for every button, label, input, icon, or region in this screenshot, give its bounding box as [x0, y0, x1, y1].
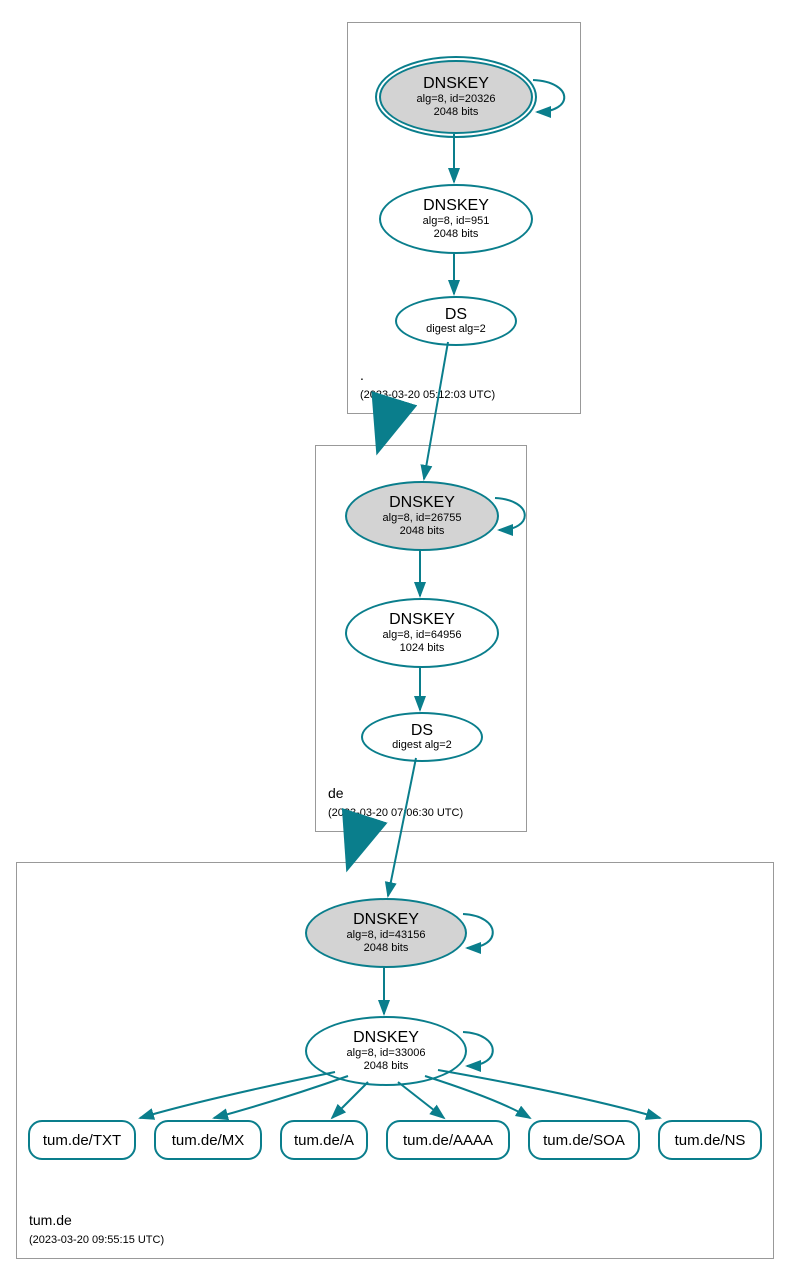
node-sub2: 2048 bits: [381, 106, 531, 119]
root-ds: DS digest alg=2: [395, 296, 517, 346]
zone-tum-name: tum.de: [29, 1212, 72, 1228]
rr-txt: tum.de/TXT: [28, 1120, 136, 1160]
de-dnskey-ksk: DNSKEY alg=8, id=26755 2048 bits: [345, 481, 499, 551]
node-sub1: digest alg=2: [397, 323, 515, 336]
node-sub1: alg=8, id=43156: [307, 929, 465, 942]
node-sub2: 2048 bits: [307, 942, 465, 955]
tum-dnskey-zsk: DNSKEY alg=8, id=33006 2048 bits: [305, 1016, 467, 1086]
node-title: DS: [363, 722, 481, 740]
rr-ns: tum.de/NS: [658, 1120, 762, 1160]
rr-mx: tum.de/MX: [154, 1120, 262, 1160]
node-sub1: alg=8, id=33006: [307, 1047, 465, 1060]
node-sub2: 2048 bits: [381, 228, 531, 241]
node-title: DS: [397, 306, 515, 324]
node-title: DNSKEY: [381, 75, 531, 93]
rr-a: tum.de/A: [280, 1120, 368, 1160]
node-sub1: alg=8, id=64956: [347, 629, 497, 642]
root-dnskey-ksk: DNSKEY alg=8, id=20326 2048 bits: [379, 60, 533, 134]
zone-tum-ts: (2023-03-20 09:55:15 UTC): [29, 1234, 164, 1246]
node-sub2: 2048 bits: [307, 1060, 465, 1073]
zone-root-ts: (2023-03-20 05:12:03 UTC): [360, 389, 495, 401]
zone-root-name: .: [360, 367, 364, 383]
node-title: DNSKEY: [307, 911, 465, 929]
node-sub1: digest alg=2: [363, 739, 481, 752]
node-title: DNSKEY: [347, 611, 497, 629]
node-sub2: 1024 bits: [347, 642, 497, 655]
node-sub1: alg=8, id=951: [381, 215, 531, 228]
node-sub1: alg=8, id=20326: [381, 93, 531, 106]
node-sub1: alg=8, id=26755: [347, 512, 497, 525]
de-ds: DS digest alg=2: [361, 712, 483, 762]
root-dnskey-zsk: DNSKEY alg=8, id=951 2048 bits: [379, 184, 533, 254]
node-title: DNSKEY: [307, 1029, 465, 1047]
zone-de-name: de: [328, 785, 344, 801]
rr-soa: tum.de/SOA: [528, 1120, 640, 1160]
zone-de-ts: (2023-03-20 07:06:30 UTC): [328, 807, 463, 819]
node-sub2: 2048 bits: [347, 525, 497, 538]
node-title: DNSKEY: [381, 197, 531, 215]
de-dnskey-zsk: DNSKEY alg=8, id=64956 1024 bits: [345, 598, 499, 668]
node-title: DNSKEY: [347, 494, 497, 512]
rr-aaaa: tum.de/AAAA: [386, 1120, 510, 1160]
tum-dnskey-ksk: DNSKEY alg=8, id=43156 2048 bits: [305, 898, 467, 968]
